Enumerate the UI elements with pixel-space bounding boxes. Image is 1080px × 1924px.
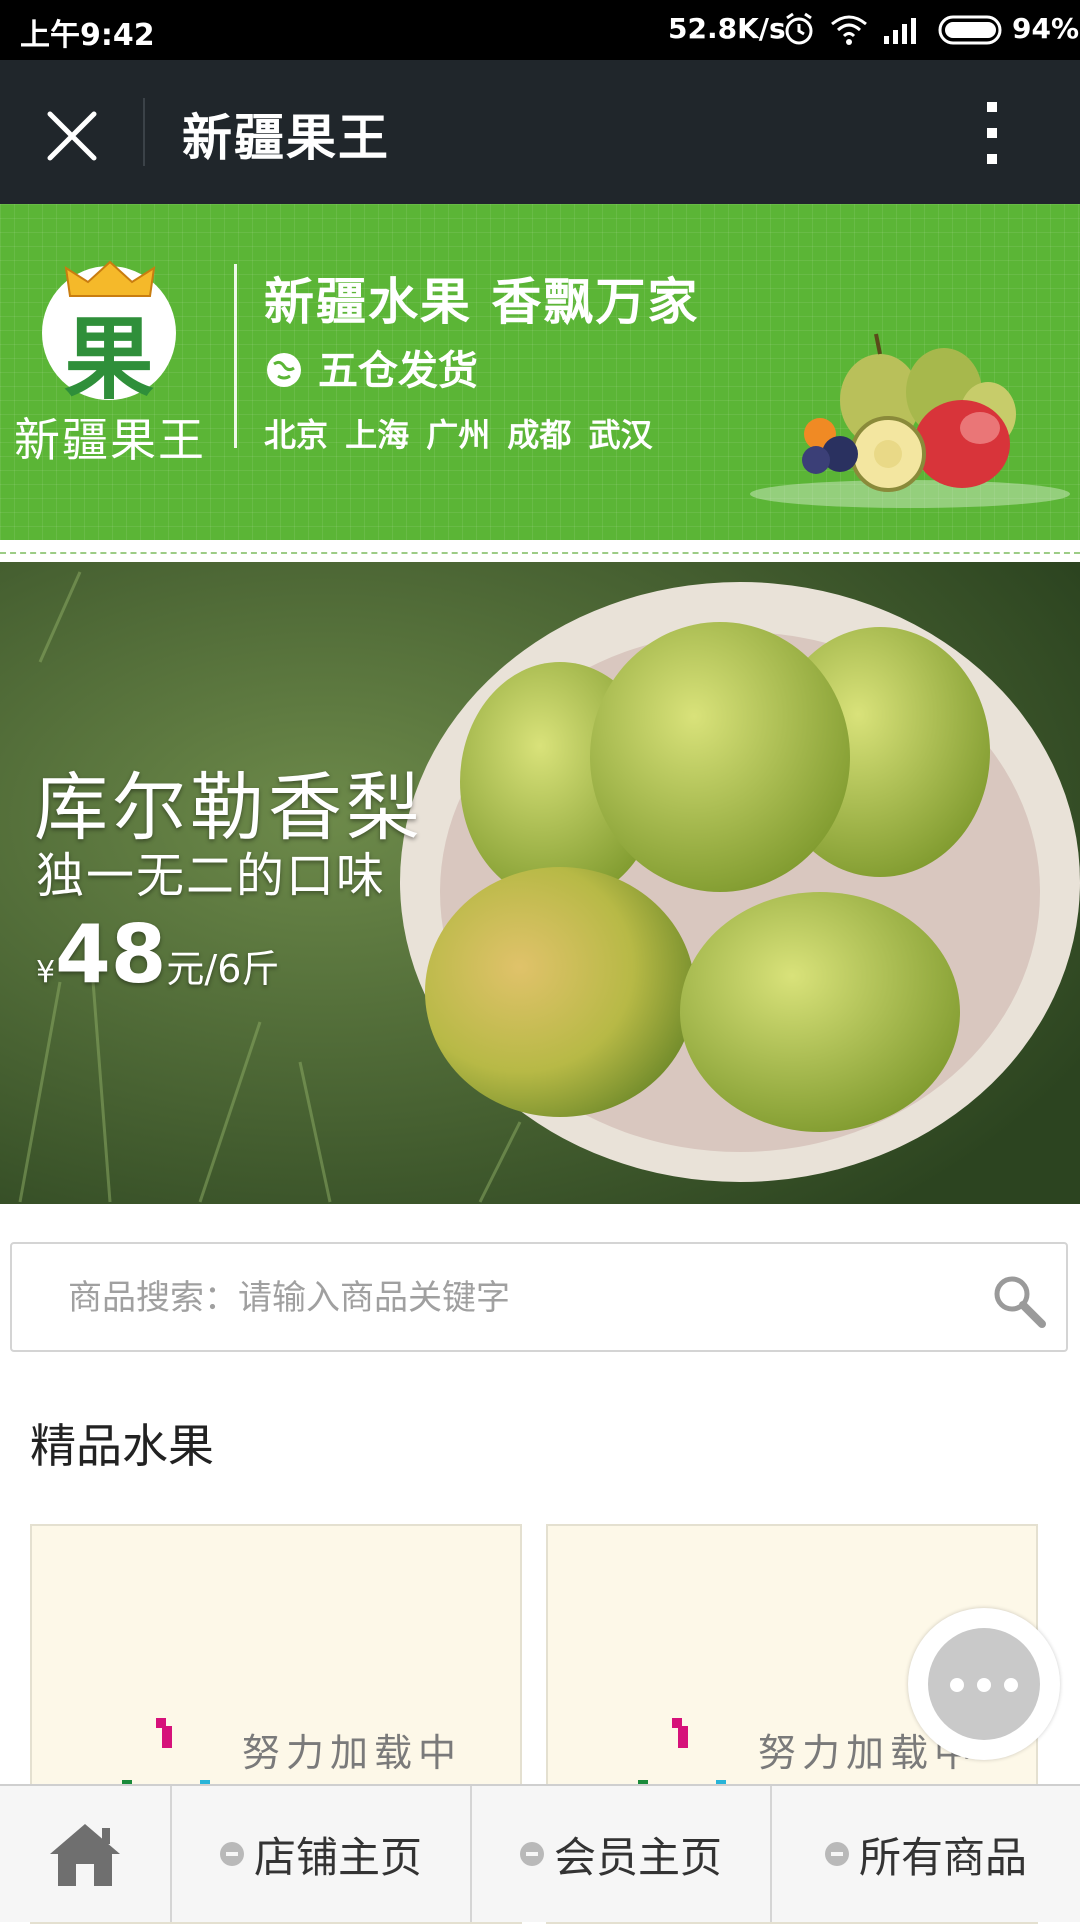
banner-dashed-divider	[0, 552, 1080, 556]
price-currency: ¥	[36, 955, 56, 990]
bottom-nav: 店铺主页 会员主页 所有商品	[0, 1784, 1080, 1922]
globe-icon	[267, 353, 301, 387]
battery-percent: 94%	[1012, 12, 1080, 45]
floating-menu-button[interactable]	[908, 1608, 1060, 1760]
price-value: 48	[55, 908, 167, 1001]
search-box	[10, 1242, 1068, 1352]
hero-subtitle: 独一无二的口味	[36, 848, 387, 904]
status-time: 上午9:42	[20, 18, 155, 53]
status-net-speed: 52.8K/s	[668, 12, 786, 45]
app-bar-divider	[143, 98, 145, 166]
logo-text: 新疆果王	[14, 413, 206, 467]
nav-member-home-label: 会员主页	[553, 1832, 722, 1882]
nav-store-home[interactable]: 店铺主页	[172, 1786, 470, 1922]
search-icon[interactable]	[990, 1272, 1048, 1330]
banner-slogan: 新疆水果 香飘万家	[264, 273, 700, 331]
bullet-icon	[219, 1842, 244, 1866]
hero-carousel[interactable]: 库尔勒香梨 独一无二的口味 ¥48元/6斤	[0, 562, 1080, 1204]
nav-all-products[interactable]: 所有商品	[772, 1786, 1080, 1922]
battery-icon	[938, 15, 1002, 45]
bullet-icon	[824, 1842, 849, 1866]
page-title: 新疆果王	[182, 109, 390, 167]
logo-character: 果	[64, 307, 154, 412]
store-banner: 果 新疆果王 新疆水果 香飘万家 五仓发货 北京 上海 广州 成都 武汉	[0, 204, 1080, 540]
nav-member-home[interactable]: 会员主页	[472, 1786, 770, 1922]
wifi-icon	[831, 15, 867, 45]
nav-store-home-label: 店铺主页	[253, 1832, 422, 1882]
search-input[interactable]	[66, 1266, 970, 1330]
signal-icon	[884, 18, 916, 44]
fruit-basket-image	[750, 333, 1070, 508]
alarm-icon	[785, 12, 813, 45]
banner-cities: 北京 上海 广州 成都 武汉	[264, 416, 653, 454]
bullet-icon	[519, 1842, 544, 1866]
hero-price: ¥48元/6斤	[36, 908, 279, 1001]
close-icon[interactable]	[44, 108, 100, 164]
section-title: 精品水果	[30, 1419, 214, 1473]
status-bar: 上午9:42 52.8K/s 94%	[0, 0, 1080, 60]
home-icon[interactable]	[46, 1820, 124, 1890]
more-dots-icon	[928, 1628, 1040, 1740]
loading-text: 努力加载中	[242, 1731, 463, 1775]
price-unit: 元/6斤	[166, 947, 280, 991]
more-menu-icon[interactable]	[984, 100, 1000, 166]
nav-all-products-label: 所有商品	[858, 1832, 1027, 1882]
banner-divider	[234, 264, 237, 448]
banner-shipping: 五仓发货	[264, 338, 478, 396]
shipping-text: 五仓发货	[317, 348, 478, 394]
app-bar: 新疆果王	[0, 60, 1080, 204]
